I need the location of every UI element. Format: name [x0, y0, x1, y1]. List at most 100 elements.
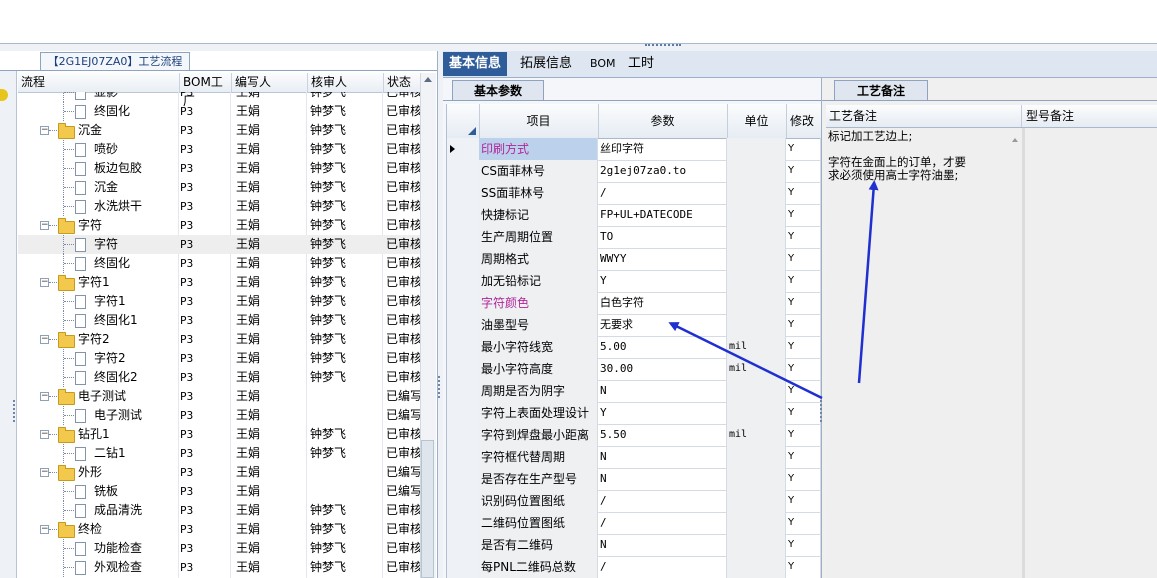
- row-indicator[interactable]: [447, 468, 480, 490]
- param-value[interactable]: Y: [598, 402, 727, 424]
- row-indicator[interactable]: [447, 248, 480, 270]
- row-indicator[interactable]: [447, 182, 480, 204]
- param-row[interactable]: 字符上表面处理设计 Y Y: [447, 402, 821, 425]
- col-header-param[interactable]: 参数: [598, 104, 728, 138]
- col-header-craft-note[interactable]: 工艺备注: [829, 105, 1022, 127]
- tree-row[interactable]: 功能检查 P3 王娟 钟梦飞 已审核: [18, 539, 420, 558]
- tree-row[interactable]: 外观检查 P3 王娟 钟梦飞 已审核: [18, 558, 420, 577]
- param-row[interactable]: 最小字符线宽 5.00 mil Y: [447, 336, 821, 359]
- param-value[interactable]: /: [598, 490, 727, 512]
- tree-row[interactable]: 终固化 P3 王娟 钟梦飞 已审核: [18, 102, 420, 121]
- grip-handle[interactable]: [645, 44, 681, 49]
- splitter-grip[interactable]: [13, 400, 17, 422]
- tree-row[interactable]: 铣板 P3 王娟 已编写: [18, 482, 420, 501]
- row-indicator[interactable]: [447, 160, 480, 182]
- param-value[interactable]: 2g1ej07za0.to: [598, 160, 727, 182]
- param-row[interactable]: 识别码位置图纸 / Y: [447, 490, 821, 513]
- tree-row[interactable]: 字符1 P3 王娟 钟梦飞 已审核: [18, 292, 420, 311]
- param-value[interactable]: 5.00: [598, 336, 727, 358]
- row-indicator[interactable]: [447, 402, 480, 424]
- tree-scroll-thumb[interactable]: [421, 440, 434, 578]
- param-value[interactable]: Y: [598, 270, 727, 292]
- tree-row[interactable]: 沉金 P3 王娟 钟梦飞 已审核: [18, 178, 420, 197]
- col-header-flow[interactable]: 流程: [18, 73, 180, 92]
- tree-group-row[interactable]: − 字符2 P3 王娟 钟梦飞 已审核: [18, 330, 420, 349]
- tree-group-row[interactable]: − 电子测试 P3 王娟 已编写: [18, 387, 420, 406]
- param-row[interactable]: 字符框代替周期 N Y: [447, 446, 821, 469]
- param-value[interactable]: FP+UL+DATECODE: [598, 204, 727, 226]
- param-row[interactable]: 周期格式 WWYY Y: [447, 248, 821, 271]
- row-indicator[interactable]: [447, 424, 480, 446]
- col-header-modify[interactable]: 修改: [786, 104, 821, 138]
- tree-row[interactable]: 字符 P3 王娟 钟梦飞 已审核: [18, 235, 420, 254]
- tree-row[interactable]: 终固化2 P3 王娟 钟梦飞 已审核: [18, 368, 420, 387]
- collapse-icon[interactable]: −: [40, 525, 49, 534]
- tree-row[interactable]: 终固化 P3 王娟 钟梦飞 已审核: [18, 254, 420, 273]
- row-indicator[interactable]: [447, 490, 480, 512]
- row-indicator[interactable]: [447, 270, 480, 292]
- row-indicator[interactable]: [447, 512, 480, 534]
- col-header-unit[interactable]: 单位: [727, 104, 787, 138]
- tab-work-hours[interactable]: 工时: [622, 52, 660, 76]
- collapse-icon[interactable]: −: [40, 335, 49, 344]
- tab-process-flow[interactable]: 【2G1EJ07ZA0】工艺流程: [40, 52, 190, 70]
- col-header-reviewer[interactable]: 核审人: [308, 73, 384, 92]
- collapse-icon[interactable]: −: [40, 126, 49, 135]
- param-value[interactable]: 无要求: [598, 314, 727, 336]
- scroll-up-icon[interactable]: [1012, 138, 1018, 142]
- row-indicator[interactable]: [447, 204, 480, 226]
- row-indicator[interactable]: [447, 446, 480, 468]
- row-indicator[interactable]: [447, 226, 480, 248]
- col-header-bom[interactable]: BOM工厂: [180, 73, 232, 108]
- param-value[interactable]: 白色字符: [598, 292, 727, 314]
- row-indicator[interactable]: [447, 358, 480, 380]
- row-indicator[interactable]: [447, 534, 480, 556]
- tree-group-row[interactable]: − 钻孔1 P3 王娟 钟梦飞 已审核: [18, 425, 420, 444]
- param-value[interactable]: /: [598, 512, 727, 534]
- tree-row[interactable]: 板边包胶 P3 王娟 钟梦飞 已审核: [18, 159, 420, 178]
- row-indicator[interactable]: [447, 556, 480, 578]
- tree-row[interactable]: 字符2 P3 王娟 钟梦飞 已审核: [18, 349, 420, 368]
- tree-row[interactable]: 二钻1 P3 王娟 钟梦飞 已审核: [18, 444, 420, 463]
- param-row[interactable]: 二维码位置图纸 / Y: [447, 512, 821, 535]
- col-header-model-note[interactable]: 型号备注: [1026, 105, 1146, 127]
- splitter-grip[interactable]: [438, 376, 442, 398]
- tree-row[interactable]: 水洗烘干 P3 王娟 钟梦飞 已审核: [18, 197, 420, 216]
- param-row[interactable]: CS面菲林号 2g1ej07za0.to Y: [447, 160, 821, 183]
- scroll-up-icon[interactable]: [424, 77, 432, 82]
- param-value[interactable]: N: [598, 380, 727, 402]
- param-row[interactable]: 快捷标记 FP+UL+DATECODE Y: [447, 204, 821, 227]
- tree-row[interactable]: 喷砂 P3 王娟 钟梦飞 已审核: [18, 140, 420, 159]
- tree-group-row[interactable]: − 字符 P3 王娟 钟梦飞 已审核: [18, 216, 420, 235]
- tab-extended-info[interactable]: 拓展信息: [514, 52, 578, 76]
- tree-row[interactable]: 显影 P3 王娟 钟梦飞 已审核: [18, 92, 420, 102]
- param-row[interactable]: 是否存在生产型号 N Y: [447, 468, 821, 491]
- row-indicator[interactable]: [447, 380, 480, 402]
- param-row[interactable]: 加无铅标记 Y Y: [447, 270, 821, 293]
- param-row[interactable]: SS面菲林号 / Y: [447, 182, 821, 205]
- tree-row[interactable]: 终固化1 P3 王娟 钟梦飞 已审核: [18, 311, 420, 330]
- param-row[interactable]: 字符颜色 白色字符 Y: [447, 292, 821, 315]
- param-value[interactable]: N: [598, 468, 727, 490]
- param-row[interactable]: 字符到焊盘最小距离 5.50 mil Y: [447, 424, 821, 447]
- model-note-text[interactable]: [1025, 128, 1157, 578]
- param-value[interactable]: 30.00: [598, 358, 727, 380]
- row-indicator[interactable]: [447, 314, 480, 336]
- collapse-icon[interactable]: −: [40, 468, 49, 477]
- tree-group-row[interactable]: − 终检 P3 王娟 钟梦飞 已审核: [18, 520, 420, 539]
- row-indicator[interactable]: [447, 138, 480, 160]
- param-row[interactable]: 每PNL二维码总数 / Y: [447, 556, 821, 578]
- param-value[interactable]: N: [598, 534, 727, 556]
- tab-basic-info[interactable]: 基本信息: [443, 52, 508, 76]
- craft-note-text[interactable]: 标记加工艺边上; 字符在金面上的订单，才要求必须使用高士字符油墨;: [826, 128, 1022, 578]
- collapse-icon[interactable]: −: [40, 278, 49, 287]
- param-row[interactable]: 生产周期位置 TO Y: [447, 226, 821, 249]
- param-value[interactable]: TO: [598, 226, 727, 248]
- collapse-icon[interactable]: −: [40, 221, 49, 230]
- tab-craft-notes[interactable]: 工艺备注: [834, 80, 928, 101]
- param-value[interactable]: 5.50: [598, 424, 727, 446]
- row-indicator[interactable]: [447, 292, 480, 314]
- param-row[interactable]: 油墨型号 无要求 Y: [447, 314, 821, 337]
- param-row[interactable]: 最小字符高度 30.00 mil Y: [447, 358, 821, 381]
- param-value[interactable]: /: [598, 556, 727, 578]
